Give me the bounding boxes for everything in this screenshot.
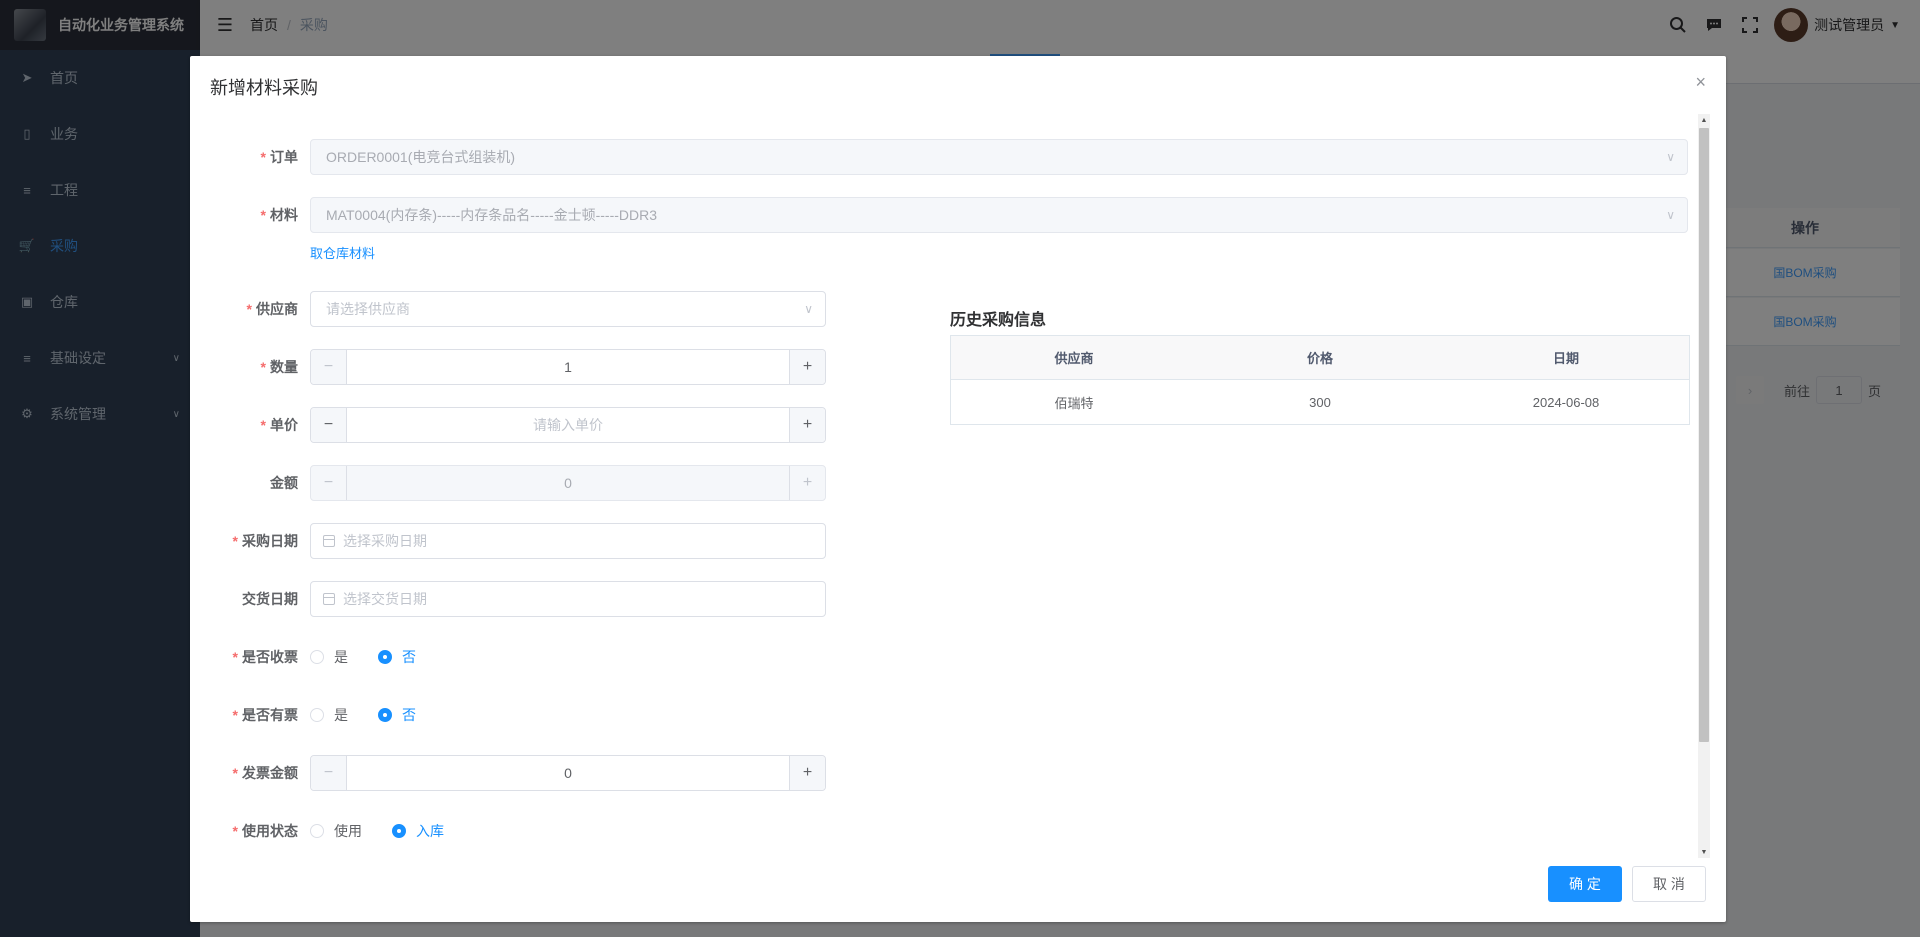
purchase-date-picker[interactable]: 选择采购日期 [310, 523, 826, 559]
quantity-decrease-button[interactable]: − [311, 350, 347, 384]
amount-increase-button: + [789, 466, 825, 500]
invoice-received-no-radio[interactable]: 否 [378, 647, 416, 667]
material-select[interactable]: MAT0004(内存条)-----内存条品名-----金士顿-----DDR3 … [310, 197, 1688, 233]
scroll-thumb[interactable] [1699, 128, 1709, 742]
quantity-label: * 数量 [260, 359, 298, 375]
invoice-amount-label: * 发票金额 [232, 765, 298, 781]
amount-label: 金额 [270, 475, 298, 491]
form-row-unit-price: * 单价 − 请输入单价 + [200, 407, 826, 443]
has-invoice-yes-radio[interactable]: 是 [310, 705, 348, 725]
delivery-date-label: 交货日期 [242, 591, 298, 607]
form-row-material: * 材料 MAT0004(内存条)-----内存条品名-----金士顿-----D… [200, 197, 1688, 233]
invoice-amount-increase-button[interactable]: + [789, 756, 825, 790]
has-invoice-radio-group: 是 否 [310, 705, 446, 725]
history-table-header: 供应商 价格 日期 [951, 336, 1689, 380]
quantity-input[interactable]: 1 [347, 359, 789, 375]
history-cell-date: 2024-06-08 [1532, 394, 1600, 410]
scroll-down-arrow-icon[interactable]: ▼ [1698, 846, 1710, 858]
calendar-icon [323, 535, 335, 547]
has-invoice-label: * 是否有票 [232, 707, 298, 723]
history-cell-price: 300 [1309, 394, 1331, 410]
unit-price-decrease-button[interactable]: − [311, 408, 347, 442]
chevron-down-icon: ∨ [1666, 150, 1675, 164]
unit-price-stepper: − 请输入单价 + [310, 407, 826, 443]
form-row-usage-status: * 使用状态 使用 入库 [200, 813, 474, 849]
form-row-invoice-amount: * 发票金额 − 0 + [200, 755, 826, 791]
usage-status-radio-group: 使用 入库 [310, 821, 474, 841]
form-row-amount: 金额 − 0 + [200, 465, 826, 501]
unit-price-label: * 单价 [260, 417, 298, 433]
history-col-date: 日期 [1552, 351, 1579, 366]
form-row-supplier: * 供应商 请选择供应商 ∨ [200, 291, 826, 327]
table-row: 佰瑞特 300 2024-06-08 [951, 380, 1689, 424]
cancel-button[interactable]: 取 消 [1632, 866, 1706, 902]
amount-stepper: − 0 + [310, 465, 826, 501]
dialog-header: 新增材料采购 × [190, 56, 1726, 120]
scroll-up-arrow-icon[interactable]: ▲ [1698, 114, 1710, 126]
chevron-down-icon: ∨ [804, 302, 813, 316]
history-table: 供应商 价格 日期 佰瑞特 300 2024-06-08 [950, 335, 1690, 425]
usage-status-use-radio[interactable]: 使用 [310, 821, 362, 841]
dialog-scrollbar[interactable]: ▲ ▼ [1698, 114, 1710, 858]
has-invoice-no-radio[interactable]: 否 [378, 705, 416, 725]
invoice-amount-stepper: − 0 + [310, 755, 826, 791]
invoice-amount-input[interactable]: 0 [347, 765, 789, 781]
form-row-delivery-date: 交货日期 选择交货日期 [200, 581, 826, 617]
quantity-stepper: − 1 + [310, 349, 826, 385]
unit-price-input[interactable]: 请输入单价 [347, 415, 789, 435]
quantity-increase-button[interactable]: + [789, 350, 825, 384]
calendar-icon [323, 593, 335, 605]
dialog-title: 新增材料采购 [210, 78, 318, 98]
purchase-date-label: * 采购日期 [232, 533, 298, 549]
supplier-label: * 供应商 [246, 301, 298, 317]
invoice-received-radio-group: 是 否 [310, 647, 446, 667]
history-col-price: 价格 [1306, 351, 1333, 366]
amount-input: 0 [564, 475, 572, 491]
chevron-down-icon: ∨ [1666, 208, 1675, 222]
take-stock-material-link[interactable]: 取仓库材料 [310, 243, 375, 262]
dialog-footer: 确 定 取 消 [1548, 866, 1706, 902]
close-icon[interactable]: × [1695, 72, 1706, 93]
history-title: 历史采购信息 [950, 312, 1047, 329]
unit-price-increase-button[interactable]: + [789, 408, 825, 442]
invoice-amount-decrease-button[interactable]: − [311, 756, 347, 790]
add-material-purchase-dialog: 新增材料采购 × ▲ ▼ * 订单 ORDER0001(电竞台式组装机) ∨ * 材… [190, 56, 1726, 922]
invoice-received-label: * 是否收票 [232, 649, 298, 665]
history-cell-supplier: 佰瑞特 [1054, 395, 1094, 411]
invoice-received-yes-radio[interactable]: 是 [310, 647, 348, 667]
order-label: * 订单 [260, 149, 298, 165]
form-row-order: * 订单 ORDER0001(电竞台式组装机) ∨ [200, 139, 1688, 175]
usage-status-stock-radio[interactable]: 入库 [392, 821, 444, 841]
confirm-button[interactable]: 确 定 [1548, 866, 1622, 902]
form-row-purchase-date: * 采购日期 选择采购日期 [200, 523, 826, 559]
supplier-select[interactable]: 请选择供应商 ∨ [310, 291, 826, 327]
order-select[interactable]: ORDER0001(电竞台式组装机) ∨ [310, 139, 1688, 175]
form-row-has-invoice: * 是否有票 是 否 [200, 697, 446, 733]
delivery-date-picker[interactable]: 选择交货日期 [310, 581, 826, 617]
history-col-supplier: 供应商 [1054, 351, 1094, 366]
usage-status-label: * 使用状态 [232, 823, 298, 839]
form-row-quantity: * 数量 − 1 + [200, 349, 826, 385]
form-row-invoice-received: * 是否收票 是 否 [200, 639, 446, 675]
material-label: * 材料 [260, 207, 298, 223]
amount-decrease-button: − [311, 466, 347, 500]
